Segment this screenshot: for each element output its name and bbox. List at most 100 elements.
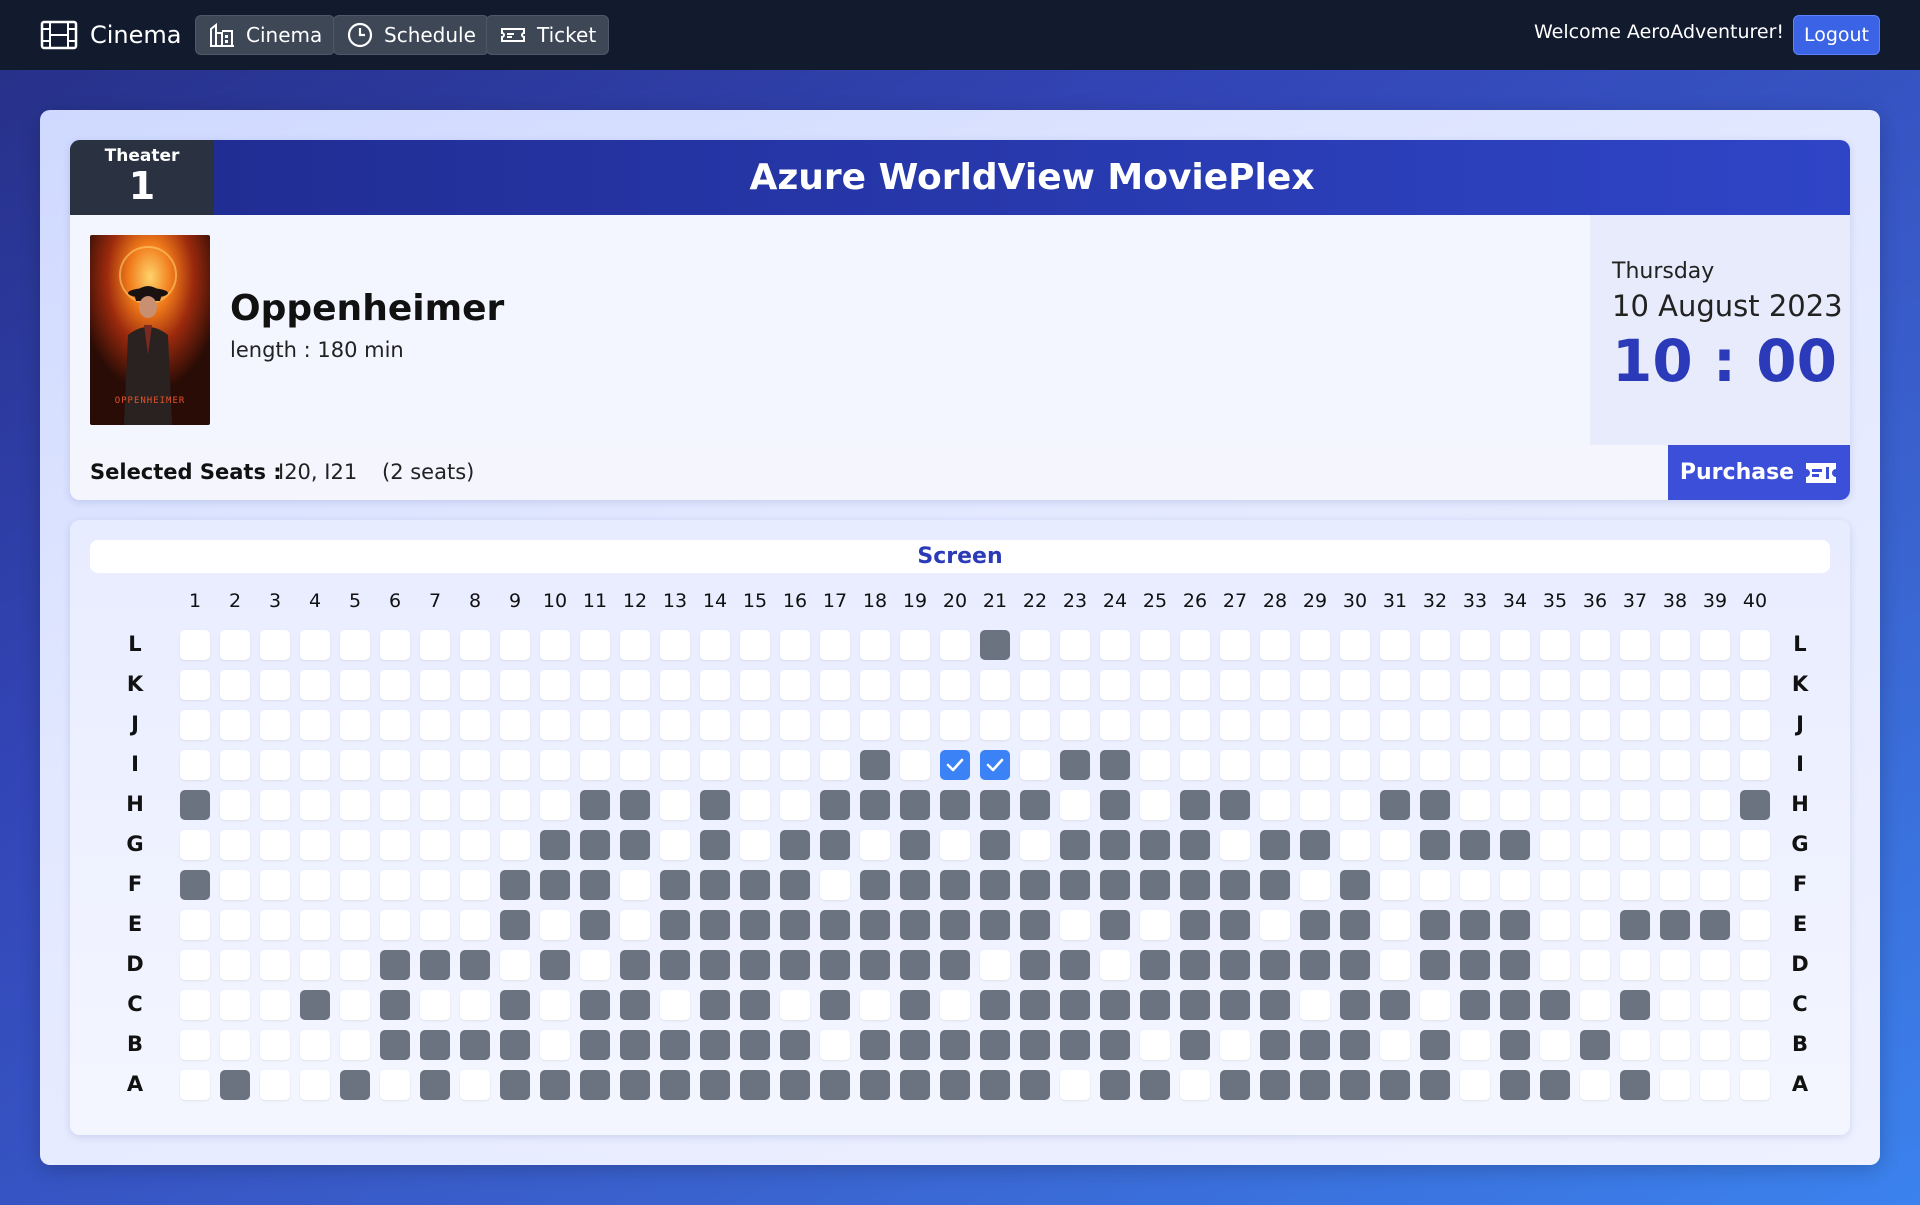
- seat-H34[interactable]: [1500, 790, 1530, 820]
- seat-B31[interactable]: [1380, 1030, 1410, 1060]
- seat-L28[interactable]: [1260, 630, 1290, 660]
- seat-J6[interactable]: [380, 710, 410, 740]
- seat-K9[interactable]: [500, 670, 530, 700]
- seat-L24[interactable]: [1100, 630, 1130, 660]
- seat-B17[interactable]: [820, 1030, 850, 1060]
- seat-E7[interactable]: [420, 910, 450, 940]
- seat-H37[interactable]: [1620, 790, 1650, 820]
- seat-B40[interactable]: [1740, 1030, 1770, 1060]
- seat-J21[interactable]: [980, 710, 1010, 740]
- seat-J36[interactable]: [1580, 710, 1610, 740]
- seat-I19[interactable]: [900, 750, 930, 780]
- seat-K20[interactable]: [940, 670, 970, 700]
- seat-B25[interactable]: [1140, 1030, 1170, 1060]
- seat-K32[interactable]: [1420, 670, 1450, 700]
- seat-E1[interactable]: [180, 910, 210, 940]
- seat-B3[interactable]: [260, 1030, 290, 1060]
- seat-G5[interactable]: [340, 830, 370, 860]
- seat-L3[interactable]: [260, 630, 290, 660]
- seat-L5[interactable]: [340, 630, 370, 660]
- brand[interactable]: Cinema: [40, 17, 182, 53]
- seat-K1[interactable]: [180, 670, 210, 700]
- seat-G37[interactable]: [1620, 830, 1650, 860]
- seat-E12[interactable]: [620, 910, 650, 940]
- seat-J31[interactable]: [1380, 710, 1410, 740]
- seat-L9[interactable]: [500, 630, 530, 660]
- seat-K24[interactable]: [1100, 670, 1130, 700]
- seat-K27[interactable]: [1220, 670, 1250, 700]
- seat-L17[interactable]: [820, 630, 850, 660]
- seat-H8[interactable]: [460, 790, 490, 820]
- seat-F8[interactable]: [460, 870, 490, 900]
- seat-L38[interactable]: [1660, 630, 1690, 660]
- seat-C38[interactable]: [1660, 990, 1690, 1020]
- seat-K5[interactable]: [340, 670, 370, 700]
- seat-L12[interactable]: [620, 630, 650, 660]
- seat-L32[interactable]: [1420, 630, 1450, 660]
- seat-J10[interactable]: [540, 710, 570, 740]
- seat-F2[interactable]: [220, 870, 250, 900]
- seat-H39[interactable]: [1700, 790, 1730, 820]
- seat-L35[interactable]: [1540, 630, 1570, 660]
- seat-G6[interactable]: [380, 830, 410, 860]
- seat-C36[interactable]: [1580, 990, 1610, 1020]
- seat-H38[interactable]: [1660, 790, 1690, 820]
- seat-K34[interactable]: [1500, 670, 1530, 700]
- seat-J27[interactable]: [1220, 710, 1250, 740]
- seat-H4[interactable]: [300, 790, 330, 820]
- seat-F35[interactable]: [1540, 870, 1570, 900]
- seat-G40[interactable]: [1740, 830, 1770, 860]
- seat-G3[interactable]: [260, 830, 290, 860]
- seat-L34[interactable]: [1500, 630, 1530, 660]
- seat-J28[interactable]: [1260, 710, 1290, 740]
- seat-J11[interactable]: [580, 710, 610, 740]
- seat-D39[interactable]: [1700, 950, 1730, 980]
- seat-I17[interactable]: [820, 750, 850, 780]
- seat-I33[interactable]: [1460, 750, 1490, 780]
- seat-J19[interactable]: [900, 710, 930, 740]
- seat-B1[interactable]: [180, 1030, 210, 1060]
- seat-D1[interactable]: [180, 950, 210, 980]
- seat-E28[interactable]: [1260, 910, 1290, 940]
- seat-I31[interactable]: [1380, 750, 1410, 780]
- seat-D11[interactable]: [580, 950, 610, 980]
- seat-J38[interactable]: [1660, 710, 1690, 740]
- seat-I9[interactable]: [500, 750, 530, 780]
- seat-I8[interactable]: [460, 750, 490, 780]
- seat-G15[interactable]: [740, 830, 770, 860]
- seat-J14[interactable]: [700, 710, 730, 740]
- seat-L4[interactable]: [300, 630, 330, 660]
- seat-I37[interactable]: [1620, 750, 1650, 780]
- seat-F31[interactable]: [1380, 870, 1410, 900]
- seat-E3[interactable]: [260, 910, 290, 940]
- seat-A6[interactable]: [380, 1070, 410, 1100]
- seat-K6[interactable]: [380, 670, 410, 700]
- seat-A36[interactable]: [1580, 1070, 1610, 1100]
- seat-C10[interactable]: [540, 990, 570, 1020]
- seat-L13[interactable]: [660, 630, 690, 660]
- seat-D40[interactable]: [1740, 950, 1770, 980]
- seat-F34[interactable]: [1500, 870, 1530, 900]
- seat-K36[interactable]: [1580, 670, 1610, 700]
- seat-I14[interactable]: [700, 750, 730, 780]
- seat-L40[interactable]: [1740, 630, 1770, 660]
- seat-L29[interactable]: [1300, 630, 1330, 660]
- seat-C32[interactable]: [1420, 990, 1450, 1020]
- seat-J3[interactable]: [260, 710, 290, 740]
- seat-J4[interactable]: [300, 710, 330, 740]
- seat-G18[interactable]: [860, 830, 890, 860]
- seat-J9[interactable]: [500, 710, 530, 740]
- seat-J39[interactable]: [1700, 710, 1730, 740]
- seat-D5[interactable]: [340, 950, 370, 980]
- seat-I27[interactable]: [1220, 750, 1250, 780]
- seat-B39[interactable]: [1700, 1030, 1730, 1060]
- seat-L6[interactable]: [380, 630, 410, 660]
- seat-A8[interactable]: [460, 1070, 490, 1100]
- seat-F33[interactable]: [1460, 870, 1490, 900]
- seat-K21[interactable]: [980, 670, 1010, 700]
- seat-K25[interactable]: [1140, 670, 1170, 700]
- seat-K40[interactable]: [1740, 670, 1770, 700]
- seat-B35[interactable]: [1540, 1030, 1570, 1060]
- seat-J30[interactable]: [1340, 710, 1370, 740]
- seat-L19[interactable]: [900, 630, 930, 660]
